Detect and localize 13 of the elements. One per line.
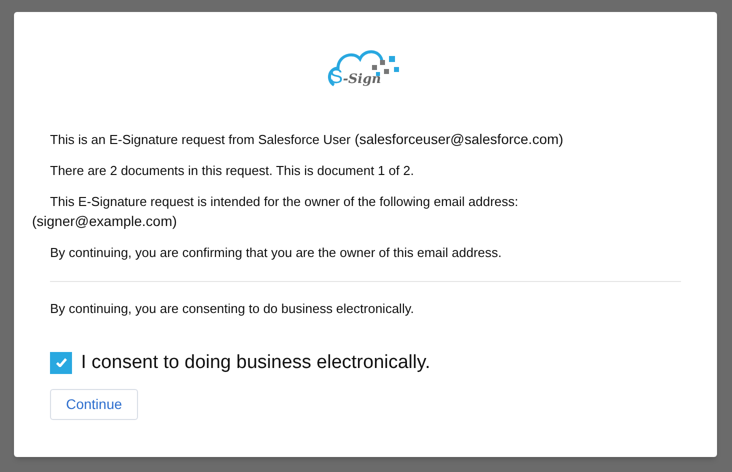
- message-text: There are 2 documents in this request. This is document 1 of 2.: [50, 163, 414, 178]
- message-text: This is an E-Signature request from Salesforce User: [50, 132, 351, 147]
- continue-button[interactable]: Continue: [50, 389, 138, 420]
- consent-note: By continuing, you are consenting to do business electronically.: [49, 300, 415, 318]
- email-address: (signer@example.com): [32, 213, 177, 229]
- email-address: (salesforceuser@salesforce.com): [354, 131, 564, 147]
- consent-label: I consent to doing business electronically.: [81, 350, 430, 374]
- logo-drawing: [328, 50, 398, 86]
- check-icon: [56, 358, 66, 368]
- consent-checkbox[interactable]: [50, 352, 72, 374]
- message-text: This E-Signature request is intended for the owner of the following email address:: [50, 194, 518, 209]
- message-text: By continuing, you are confirming that you are the owner of this email address.: [50, 245, 502, 260]
- logo-text: -Sign: [342, 73, 382, 86]
